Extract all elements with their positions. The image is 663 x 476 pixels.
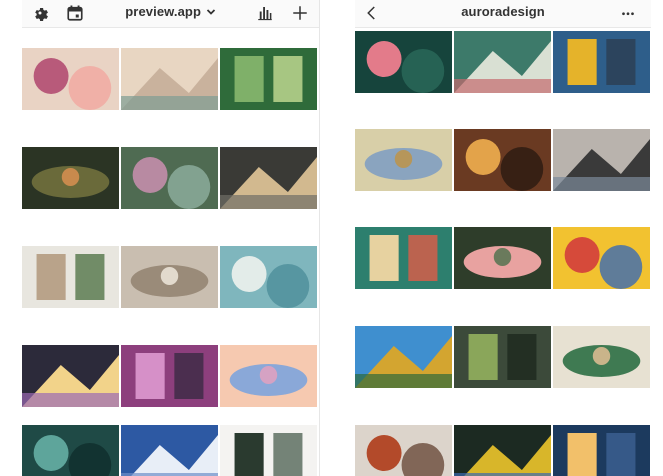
left-title-wrap[interactable]: preview.app xyxy=(22,4,319,20)
bar-chart-icon[interactable] xyxy=(256,4,274,22)
right-photo-bar-counter[interactable] xyxy=(454,129,551,191)
left-photo-beach-palm-shadow[interactable] xyxy=(121,48,218,110)
right-photo-mural-bicycle[interactable] xyxy=(553,227,650,289)
right-photo-flamingos[interactable] xyxy=(355,31,452,93)
right-photo-golden-dome[interactable] xyxy=(355,326,452,388)
right-photo-food-plate[interactable] xyxy=(355,425,452,476)
right-photo-mosque-hall[interactable] xyxy=(355,129,452,191)
right-photo-shophouse-window[interactable] xyxy=(454,31,551,93)
app-title: preview.app xyxy=(125,4,202,19)
left-top-bar: preview.app xyxy=(22,0,319,28)
right-photo-green-shutters[interactable] xyxy=(553,326,650,388)
right-photo-colorful-facade[interactable] xyxy=(355,227,452,289)
profile-title: auroradesign xyxy=(461,4,545,19)
left-photo-sand-hands[interactable] xyxy=(121,246,218,308)
left-photo-succulents[interactable] xyxy=(121,147,218,209)
right-photo-two-parrots[interactable] xyxy=(454,425,551,476)
left-photo-flower-bowl[interactable] xyxy=(22,48,119,110)
left-photo-monstera[interactable] xyxy=(22,425,119,476)
right-phone: auroradesign xyxy=(355,0,651,476)
left-photo-wicker-chair[interactable] xyxy=(22,246,119,308)
right-photo-iguana[interactable] xyxy=(454,326,551,388)
right-photo-flamingo-pond[interactable] xyxy=(454,227,551,289)
chevron-down-icon[interactable] xyxy=(206,5,216,20)
left-photo-banana-leaves[interactable] xyxy=(220,48,317,110)
left-photo-garden-dusk[interactable] xyxy=(22,147,119,209)
left-photo-aerial-sea[interactable] xyxy=(220,246,317,308)
left-photo-woman-hat[interactable] xyxy=(220,147,317,209)
right-top-bar: auroradesign xyxy=(355,0,651,28)
left-photo-palm-plant[interactable] xyxy=(220,425,317,476)
left-photo-pastel-beach[interactable] xyxy=(220,345,317,407)
plus-icon[interactable] xyxy=(291,4,309,22)
right-photo-city-night[interactable] xyxy=(553,425,650,476)
right-photo-face-mural[interactable] xyxy=(553,129,650,191)
left-photo-blue-tiles[interactable] xyxy=(121,425,218,476)
left-photo-light-tunnel[interactable] xyxy=(22,345,119,407)
left-photo-pink-forest[interactable] xyxy=(121,345,218,407)
left-phone: preview.app xyxy=(22,0,320,476)
right-photo-macaws[interactable] xyxy=(553,31,650,93)
more-icon[interactable] xyxy=(619,4,637,22)
